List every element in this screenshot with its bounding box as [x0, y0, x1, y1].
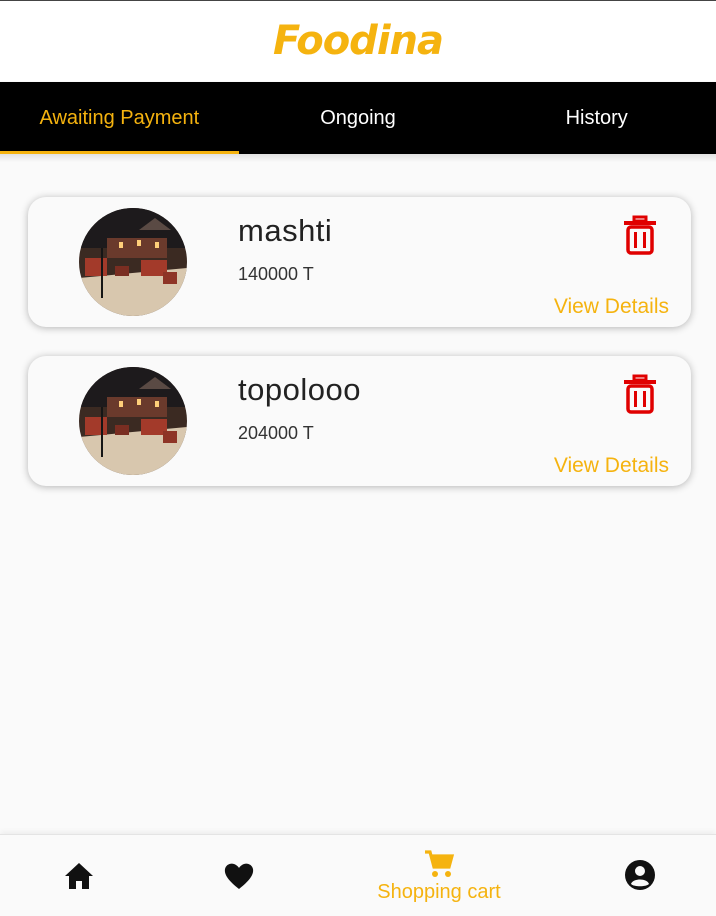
account-icon [625, 860, 655, 890]
nav-profile[interactable] [624, 859, 656, 891]
tab-ongoing[interactable]: Ongoing [239, 82, 478, 154]
restaurant-name: mashti [238, 213, 333, 248]
restaurant-name: topolooo [238, 372, 361, 407]
tab-label: Awaiting Payment [39, 106, 200, 129]
delete-icon[interactable] [622, 374, 658, 414]
nav-label-shopping-cart: Shopping cart [377, 881, 501, 903]
nav-shopping-cart[interactable]: Shopping cart [339, 849, 539, 909]
bottom-navigation: Shopping cart [0, 834, 716, 916]
tab-bar: Awaiting Payment Ongoing History [0, 82, 716, 154]
restaurant-image [79, 208, 187, 316]
cart-icon [425, 850, 455, 877]
nav-favorites[interactable] [223, 861, 255, 891]
order-price: 140000 T [238, 264, 314, 284]
restaurant-image [79, 367, 187, 475]
tab-label: History [565, 106, 628, 129]
tab-awaiting-payment[interactable]: Awaiting Payment [0, 82, 239, 154]
order-card: mashti 140000 T View Details [28, 197, 691, 327]
order-list: mashti 140000 T View Details topolooo 20… [28, 197, 691, 515]
nav-home[interactable] [63, 861, 95, 891]
delete-icon[interactable] [622, 215, 658, 255]
order-card: topolooo 204000 T View Details [28, 356, 691, 486]
view-details-link[interactable]: View Details [554, 295, 669, 319]
tab-label: Ongoing [320, 106, 396, 129]
view-details-link[interactable]: View Details [554, 454, 669, 478]
tab-bar-shadow [0, 154, 716, 162]
app-title: Foodina [273, 18, 444, 64]
heart-icon [224, 863, 254, 889]
tab-history[interactable]: History [477, 82, 716, 154]
order-price: 204000 T [238, 423, 314, 443]
home-icon [65, 863, 93, 889]
app-bar: Foodina [0, 0, 716, 81]
